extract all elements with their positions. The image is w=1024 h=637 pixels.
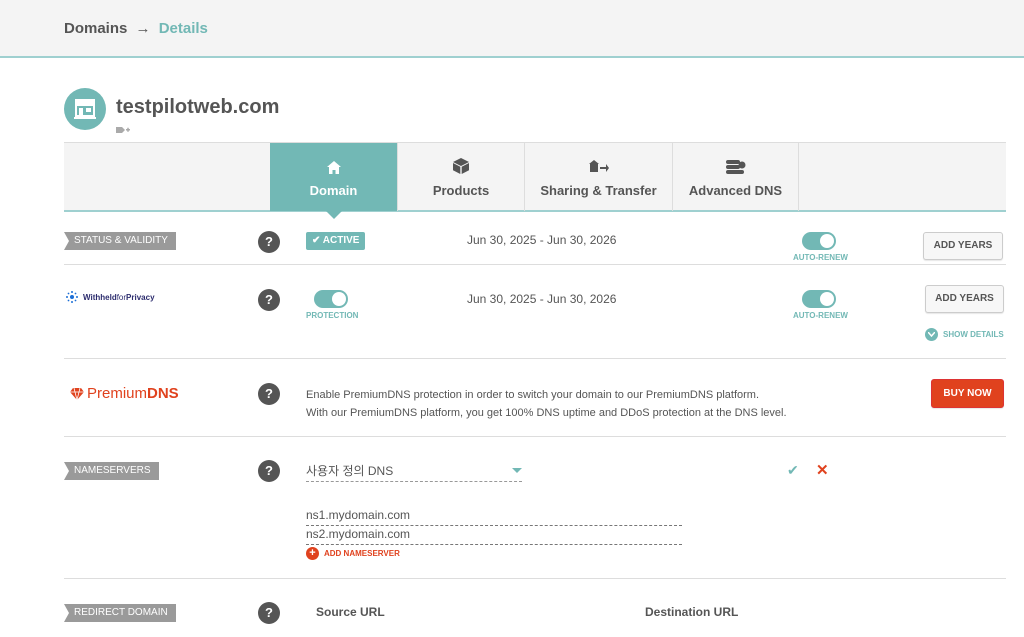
- tab-sharing-transfer-label: Sharing & Transfer: [540, 183, 657, 198]
- domain-title: testpilotweb.com: [116, 96, 280, 118]
- transfer-icon: [588, 160, 609, 172]
- breadcrumb-current: Details: [158, 20, 208, 37]
- row-divider: [64, 436, 1006, 437]
- row-divider: [64, 264, 1006, 265]
- privacy-help-icon[interactable]: ?: [258, 289, 280, 311]
- nameserver-1-input[interactable]: ns1.mydomain.com: [306, 508, 682, 526]
- tab-sharing-transfer[interactable]: Sharing & Transfer: [524, 143, 672, 211]
- wfp-brand-for: for: [116, 292, 127, 302]
- privacy-add-years-button[interactable]: ADD YEARS: [925, 285, 1004, 313]
- privacy-burst-icon: [66, 291, 78, 303]
- box-icon: [453, 158, 469, 174]
- status-help-icon[interactable]: ?: [258, 231, 280, 253]
- domain-tabs: Domain Products Sharing & Transfer Advan…: [64, 142, 1006, 219]
- show-details-toggle[interactable]: SHOW DETAILS: [925, 328, 1004, 341]
- status-autorenew-toggle[interactable]: [802, 232, 836, 250]
- nameserver-2-input[interactable]: ns2.mydomain.com: [306, 527, 682, 545]
- premiumdns-brand-premium: Premium: [87, 385, 148, 402]
- destination-url-header: Destination URL: [645, 605, 739, 619]
- privacy-autorenew-label: AUTO-RENEW: [793, 311, 848, 320]
- breadcrumb-arrow: →: [135, 20, 151, 37]
- premiumdns-help-icon[interactable]: ?: [258, 383, 280, 405]
- privacy-autorenew-toggle[interactable]: [802, 290, 836, 308]
- privacy-protection-toggle[interactable]: [314, 290, 348, 308]
- tab-products[interactable]: Products: [397, 143, 524, 211]
- tab-advanced-dns-label: Advanced DNS: [688, 183, 783, 198]
- privacy-protection-label: PROTECTION: [306, 311, 359, 320]
- redirect-help-icon[interactable]: ?: [258, 602, 280, 624]
- diamond-icon: [70, 387, 84, 400]
- tab-empty-spacer: [798, 143, 1006, 211]
- row-divider: [64, 358, 1006, 359]
- add-nameserver-label: ADD NAMESERVER: [324, 549, 400, 558]
- nameserver-type-value: 사용자 정의 DNS: [306, 464, 394, 478]
- redirect-domain-label: REDIRECT DOMAIN: [64, 604, 176, 622]
- premiumdns-desc-line1: Enable PremiumDNS protection in order to…: [306, 389, 760, 401]
- domain-store-avatar: [64, 88, 106, 130]
- status-validity-label: STATUS & VALIDITY: [64, 232, 176, 250]
- status-validity-dates: Jun 30, 2025 - Jun 30, 2026: [467, 233, 617, 247]
- show-details-label: SHOW DETAILS: [943, 330, 1004, 339]
- premiumdns-desc-line2: With our PremiumDNS platform, you get 10…: [306, 407, 787, 419]
- confirm-check-icon[interactable]: ✔: [787, 462, 799, 479]
- server-icon: [725, 160, 745, 174]
- breadcrumb: Domains → Details: [64, 20, 208, 37]
- add-nameserver-button[interactable]: + ADD NAMESERVER: [306, 547, 400, 560]
- wfp-brand-privacy: Privacy: [126, 292, 155, 302]
- plus-circle-icon: +: [306, 547, 319, 560]
- caret-down-icon: [512, 468, 522, 473]
- top-bar: Domains → Details: [0, 0, 1024, 58]
- premiumdns-logo: Premium DNS: [70, 385, 179, 402]
- tab-advanced-dns[interactable]: Advanced DNS: [672, 143, 798, 211]
- tab-products-label: Products: [432, 183, 490, 198]
- nameservers-label: NAMESERVERS: [64, 462, 159, 480]
- row-divider: [64, 578, 1006, 579]
- nameservers-help-icon[interactable]: ?: [258, 460, 280, 482]
- store-icon: [74, 99, 96, 119]
- buy-premiumdns-button[interactable]: BUY NOW: [931, 379, 1004, 408]
- chevron-down-icon: [925, 328, 938, 341]
- add-tag-icon[interactable]: [116, 125, 130, 135]
- status-add-years-button[interactable]: ADD YEARS: [923, 232, 1003, 260]
- status-autorenew-label: AUTO-RENEW: [793, 253, 848, 262]
- breadcrumb-domains-link[interactable]: Domains: [64, 20, 127, 37]
- active-badge-text: ACTIVE: [322, 235, 360, 246]
- tab-domain[interactable]: Domain: [270, 143, 397, 219]
- wfp-brand-withheld: Withheld: [83, 292, 117, 302]
- nameserver-type-select[interactable]: 사용자 정의 DNS: [306, 462, 522, 482]
- withheld-for-privacy-logo: Withheld for Privacy: [66, 291, 155, 303]
- premiumdns-description: Enable PremiumDNS protection in order to…: [306, 386, 787, 422]
- premiumdns-brand-dns: DNS: [147, 385, 179, 402]
- tab-domain-label: Domain: [309, 183, 358, 198]
- house-icon: [326, 161, 341, 174]
- active-status-badge: ✔ ACTIVE: [306, 232, 366, 250]
- source-url-header: Source URL: [316, 605, 385, 619]
- cancel-x-icon[interactable]: ✕: [816, 461, 829, 479]
- privacy-dates: Jun 30, 2025 - Jun 30, 2026: [467, 292, 617, 306]
